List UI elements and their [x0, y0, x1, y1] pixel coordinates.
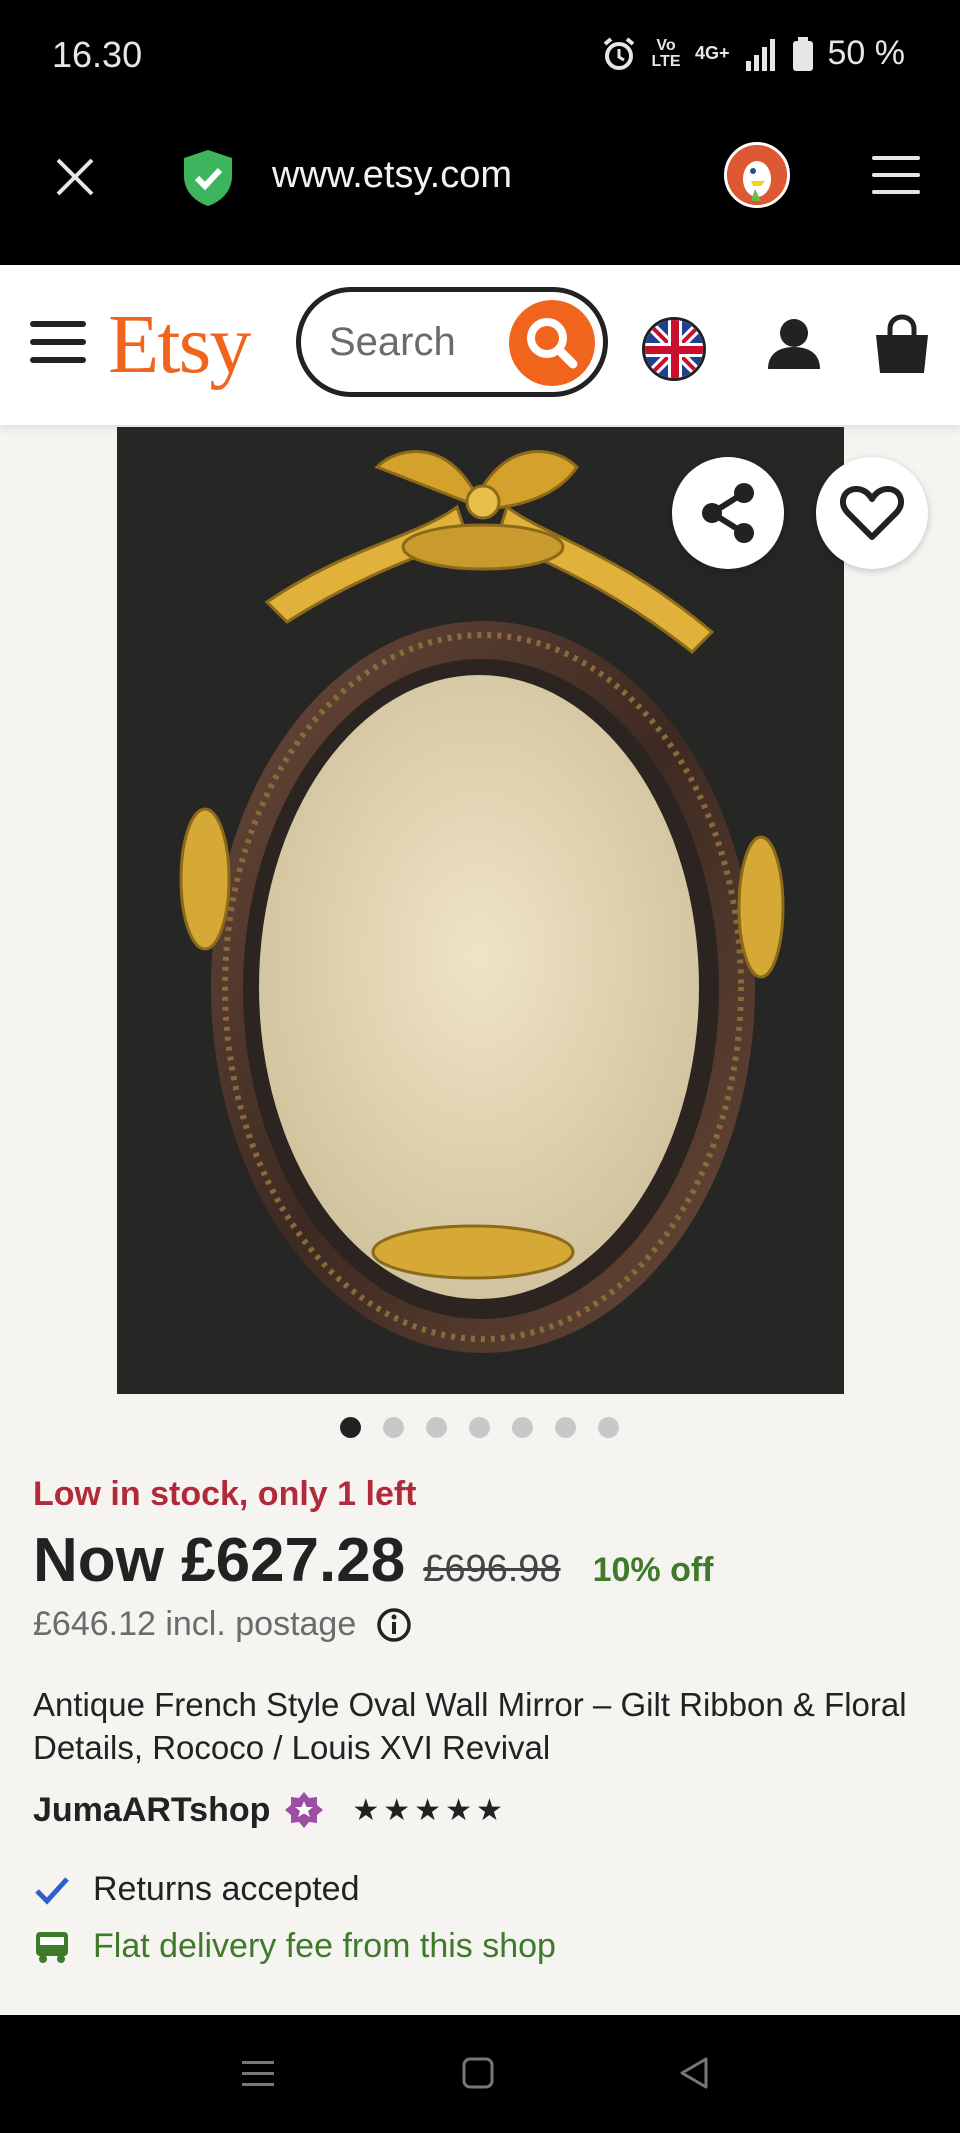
duckduckgo-icon[interactable] — [724, 142, 790, 208]
returns-text: Returns accepted — [93, 1870, 360, 1908]
checkmark-icon — [35, 1876, 69, 1905]
share-button[interactable] — [672, 457, 784, 569]
search-bar[interactable] — [296, 287, 608, 397]
search-button[interactable] — [509, 300, 595, 386]
product-title: Antique French Style Oval Wall Mirror – … — [33, 1686, 907, 1766]
product-image[interactable] — [117, 427, 844, 1394]
stock-notice: Low in stock, only 1 left — [33, 1475, 417, 1513]
alarm-icon — [603, 36, 635, 70]
heart-icon — [839, 486, 905, 540]
current-price: Now £627.28 — [33, 1526, 406, 1595]
delivery-text: Flat delivery fee from this shop — [93, 1927, 556, 1965]
uk-flag-icon[interactable] — [642, 317, 706, 381]
status-bar: 16.30 Vo LTE 4G+ 50 % — [0, 0, 960, 110]
web-page: Etsy Search Low in stock, only 1 left No… — [0, 265, 960, 2015]
recent-apps-icon[interactable] — [240, 2055, 276, 2091]
carousel-dot[interactable] — [598, 1417, 619, 1438]
site-header: Etsy — [0, 265, 960, 425]
browser-toolbar: www.etsy.com — [0, 110, 960, 265]
share-icon — [702, 483, 754, 543]
signal-icon — [745, 38, 775, 71]
favorite-button[interactable] — [816, 457, 928, 569]
image-carousel-dots — [340, 1417, 619, 1438]
home-icon[interactable] — [460, 2055, 496, 2091]
postage-row: £646.12 incl. postage — [33, 1605, 412, 1644]
delivery-row: Flat delivery fee from this shop — [33, 1927, 556, 1966]
search-icon — [527, 318, 578, 369]
browser-menu-icon[interactable] — [870, 152, 922, 198]
carousel-dot[interactable] — [426, 1417, 447, 1438]
secure-shield-icon[interactable] — [180, 148, 236, 208]
star-seller-badge-icon — [285, 1792, 324, 1828]
url-field[interactable]: www.etsy.com — [272, 154, 512, 197]
network-type: 4G+ — [694, 43, 730, 63]
carousel-dot[interactable] — [512, 1417, 533, 1438]
price-row: Now £627.28 £696.98 10% off — [33, 1525, 714, 1596]
battery-level: 50 % — [827, 34, 906, 72]
postage-price: £646.12 incl. postage — [33, 1605, 357, 1643]
shop-row: JumaARTshop ★★★★★ — [33, 1790, 507, 1830]
battery-icon — [792, 36, 813, 71]
original-price: £696.98 — [423, 1548, 561, 1590]
search-input[interactable] — [329, 320, 489, 364]
shopping-bag-icon[interactable] — [870, 313, 934, 377]
info-icon[interactable] — [376, 1607, 412, 1643]
account-icon[interactable] — [762, 313, 826, 377]
truck-icon — [36, 1931, 68, 1963]
volte-indicator: Vo LTE — [651, 36, 681, 70]
carousel-dot[interactable] — [469, 1417, 490, 1438]
status-time: 16.30 — [52, 34, 143, 75]
returns-row: Returns accepted — [33, 1870, 360, 1909]
system-navigation-bar — [0, 2015, 960, 2133]
oval-mirror-image — [117, 427, 844, 1394]
shop-name-link[interactable]: JumaARTshop — [33, 1791, 270, 1830]
close-tab-button[interactable] — [50, 152, 100, 202]
rating-stars[interactable]: ★★★★★ — [352, 1793, 506, 1828]
back-icon[interactable] — [676, 2055, 712, 2091]
carousel-dot[interactable] — [383, 1417, 404, 1438]
etsy-logo[interactable]: Etsy — [108, 303, 251, 387]
menu-icon[interactable] — [30, 321, 86, 367]
discount-badge: 10% off — [592, 1551, 714, 1589]
carousel-dot[interactable] — [555, 1417, 576, 1438]
status-icons: Vo LTE 4G+ 50 % — [601, 34, 905, 73]
carousel-dot[interactable] — [340, 1417, 361, 1438]
